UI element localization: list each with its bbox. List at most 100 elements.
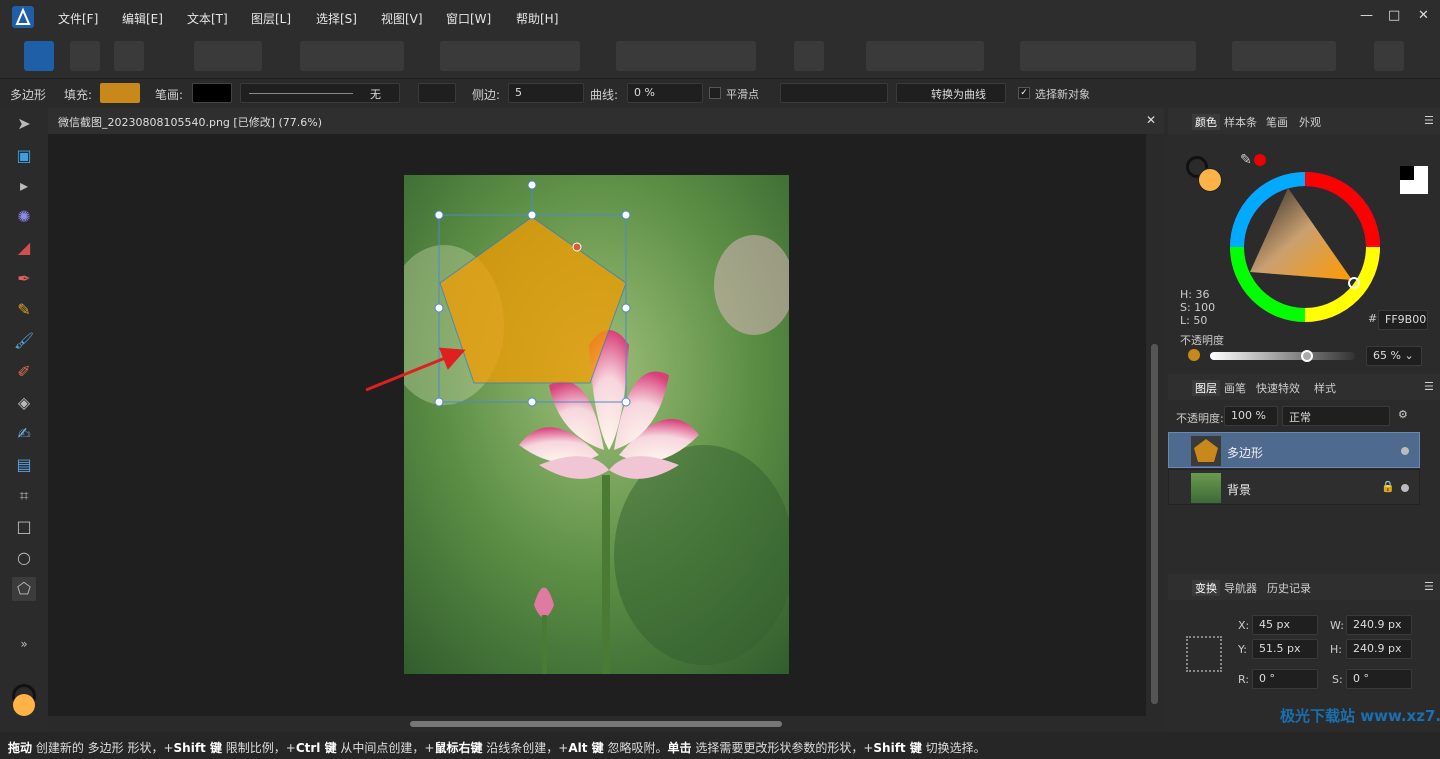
shear-input[interactable]: 0 ° bbox=[1346, 669, 1412, 689]
user-icon[interactable] bbox=[1374, 41, 1404, 71]
snapping-options[interactable] bbox=[866, 41, 984, 71]
transparency-tool-icon[interactable]: ◈ bbox=[12, 391, 36, 415]
layer-row-polygon[interactable]: 多边形 bbox=[1168, 432, 1420, 468]
more-tools-icon[interactable]: » bbox=[12, 632, 36, 656]
fill-swatch[interactable] bbox=[100, 83, 140, 103]
flip-rotate-group[interactable] bbox=[616, 41, 756, 71]
maximize-button[interactable]: □ bbox=[1388, 8, 1400, 23]
anchor-selector[interactable] bbox=[1186, 636, 1222, 672]
hex-input[interactable]: FF9B00 bbox=[1378, 310, 1428, 330]
w-input[interactable]: 240.9 px bbox=[1346, 615, 1412, 635]
snapping-group[interactable] bbox=[194, 41, 262, 71]
color-picker-icon[interactable]: ✎ bbox=[1240, 152, 1252, 168]
designer-persona-icon[interactable] bbox=[24, 41, 54, 71]
point-transform-icon[interactable]: ✺ bbox=[12, 205, 36, 229]
export-persona-icon[interactable] bbox=[114, 41, 144, 71]
polygon-selection-overlay[interactable] bbox=[404, 175, 789, 674]
tab-layers[interactable]: 图层 bbox=[1192, 380, 1220, 396]
x-input[interactable]: 45 px bbox=[1252, 615, 1318, 635]
rectangle-tool-icon[interactable]: □ bbox=[12, 515, 36, 539]
menu-view[interactable]: 视图[V] bbox=[381, 10, 423, 27]
picked-color-dot[interactable] bbox=[1254, 154, 1266, 166]
hue-readout: H: 36 bbox=[1180, 288, 1210, 301]
layer-visibility-icon[interactable] bbox=[1401, 447, 1409, 455]
pixel-persona-icon[interactable] bbox=[70, 41, 100, 71]
pen-tool-icon[interactable]: ✒ bbox=[12, 267, 36, 291]
align-icon[interactable] bbox=[794, 41, 824, 71]
stroke-settings-icon[interactable] bbox=[418, 83, 456, 103]
tab-swatches[interactable]: 样本条 bbox=[1224, 114, 1257, 130]
corner-tool-icon[interactable]: ◢ bbox=[12, 236, 36, 260]
fill-label: 填充: bbox=[64, 88, 93, 102]
horizontal-scroll-thumb[interactable] bbox=[410, 721, 782, 727]
tab-styles[interactable]: 样式 bbox=[1314, 380, 1336, 396]
document-close-icon[interactable]: ✕ bbox=[1146, 113, 1156, 127]
place-image-icon[interactable]: ▤ bbox=[12, 453, 36, 477]
opacity-slider-handle[interactable] bbox=[1301, 350, 1313, 362]
curve-select[interactable]: 0 % bbox=[627, 83, 703, 103]
convert-to-curves-button[interactable]: 转换为曲线 bbox=[896, 83, 1006, 103]
pencil-tool-icon[interactable]: ✎ bbox=[12, 298, 36, 322]
tab-transform[interactable]: 变换 bbox=[1192, 580, 1220, 596]
layer-visibility-icon[interactable] bbox=[1401, 484, 1409, 492]
tab-navigator[interactable]: 导航器 bbox=[1224, 580, 1257, 596]
layer-opacity-select[interactable]: 100 % bbox=[1224, 406, 1278, 426]
move-tool-icon[interactable]: ➤ bbox=[12, 112, 36, 136]
crop-tool-icon[interactable]: ⌗ bbox=[12, 484, 36, 508]
layer-row-background[interactable]: 背景 🔒 bbox=[1168, 469, 1420, 505]
layer-actions-bar[interactable] bbox=[1176, 550, 1436, 568]
alignment-buttons[interactable] bbox=[780, 83, 888, 103]
tab-appearance[interactable]: 外观 bbox=[1299, 114, 1321, 130]
smooth-checkbox[interactable] bbox=[709, 87, 721, 99]
vector-brush-icon[interactable]: 🖌 bbox=[12, 329, 36, 353]
tab-brushes[interactable]: 画笔 bbox=[1224, 380, 1246, 396]
layer-settings-icon[interactable]: ⚙ bbox=[1398, 408, 1408, 421]
polygon-tool-icon[interactable]: ⬠ bbox=[12, 577, 36, 601]
tab-history[interactable]: 历史记录 bbox=[1267, 580, 1311, 596]
artboard-tool-icon[interactable]: ▣ bbox=[12, 144, 36, 168]
document-tab[interactable]: 微信截图_20230808105540.png [已修改] (77.6%) ✕ bbox=[48, 108, 1164, 134]
horizontal-scrollbar[interactable] bbox=[48, 716, 1164, 732]
lock-icon[interactable]: 🔒 bbox=[1381, 480, 1395, 493]
stroke-width-slider[interactable]: 无 bbox=[240, 83, 400, 103]
selection-group[interactable] bbox=[300, 41, 404, 71]
select-new-checkbox[interactable]: ✓ bbox=[1018, 87, 1030, 99]
insert-group[interactable] bbox=[1232, 41, 1336, 71]
menu-select[interactable]: 选择[S] bbox=[316, 10, 357, 27]
tab-color[interactable]: 颜色 bbox=[1192, 114, 1220, 130]
tab-quick-fx[interactable]: 快速特效 bbox=[1256, 380, 1300, 396]
menu-text[interactable]: 文本[T] bbox=[187, 10, 228, 27]
fill-color-icon[interactable] bbox=[1198, 168, 1222, 192]
color-wheel[interactable] bbox=[1230, 172, 1380, 322]
minimize-button[interactable]: — bbox=[1360, 8, 1373, 23]
vertical-scroll-thumb[interactable] bbox=[1151, 344, 1158, 704]
ellipse-tool-icon[interactable]: ○ bbox=[12, 546, 36, 570]
h-input[interactable]: 240.9 px bbox=[1346, 639, 1412, 659]
menu-file[interactable]: 文件[F] bbox=[58, 10, 98, 27]
resize-handle bbox=[621, 210, 631, 220]
boolean-group[interactable] bbox=[1020, 41, 1196, 71]
panel-menu-icon[interactable]: ☰ bbox=[1424, 114, 1434, 127]
opacity-slider[interactable] bbox=[1210, 350, 1355, 362]
panel-menu-icon[interactable]: ☰ bbox=[1424, 580, 1434, 593]
panel-menu-icon[interactable]: ☰ bbox=[1424, 380, 1434, 393]
node-tool-icon[interactable]: ▸ bbox=[12, 174, 36, 198]
menu-help[interactable]: 帮助[H] bbox=[516, 10, 558, 27]
close-button[interactable]: ✕ bbox=[1418, 8, 1429, 23]
rotation-input[interactable]: 0 ° bbox=[1252, 669, 1318, 689]
menu-window[interactable]: 窗口[W] bbox=[446, 10, 491, 27]
sides-select[interactable]: 5 bbox=[508, 83, 584, 103]
menu-layer[interactable]: 图层[L] bbox=[251, 10, 291, 27]
opacity-input[interactable]: 65 % ⌄ bbox=[1366, 346, 1422, 366]
fill-tool-icon[interactable]: ✐ bbox=[12, 360, 36, 384]
y-input[interactable]: 51.5 px bbox=[1252, 639, 1318, 659]
vertical-scrollbar[interactable] bbox=[1146, 134, 1164, 716]
arrange-group[interactable] bbox=[440, 41, 580, 71]
fill-color-well[interactable] bbox=[13, 694, 35, 716]
stroke-swatch[interactable] bbox=[192, 83, 232, 103]
menu-edit[interactable]: 编辑[E] bbox=[122, 10, 163, 27]
tab-stroke[interactable]: 笔画 bbox=[1266, 114, 1288, 130]
blend-mode-select[interactable]: 正常 bbox=[1282, 406, 1390, 426]
gradient-tool-icon[interactable]: ✍ bbox=[12, 422, 36, 446]
bw-swatch-icon[interactable] bbox=[1400, 166, 1428, 194]
